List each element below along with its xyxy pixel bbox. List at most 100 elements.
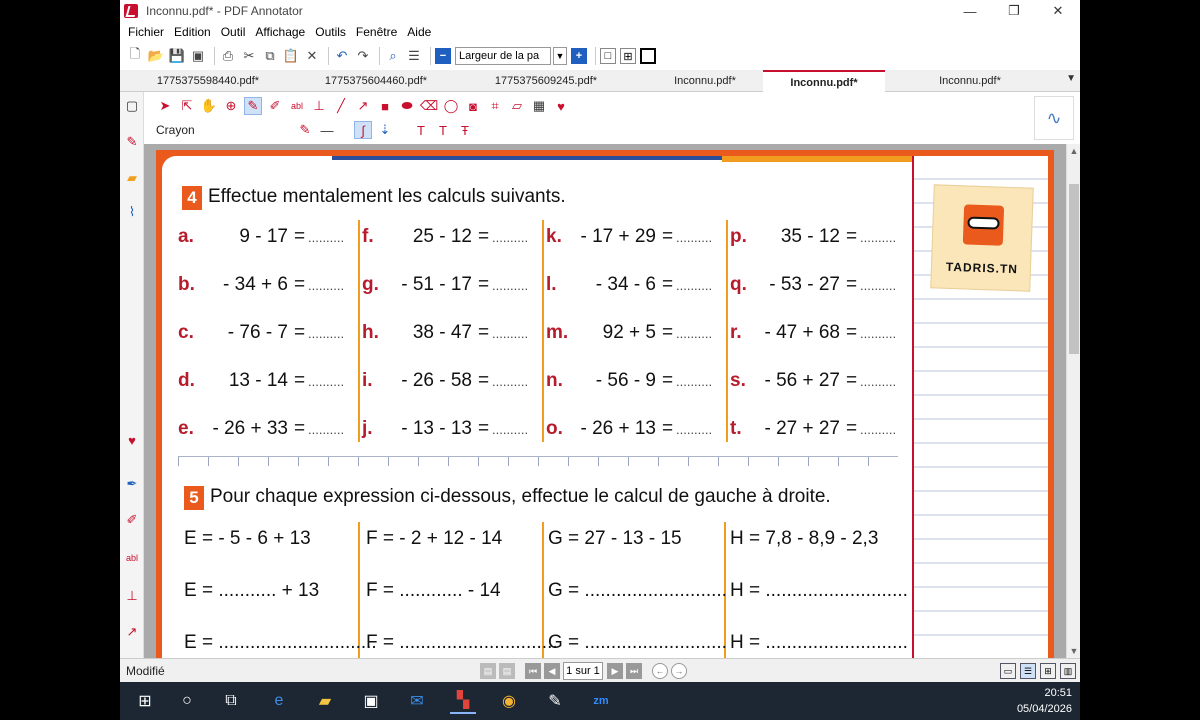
answer-blank[interactable]: .......... <box>860 326 896 341</box>
expression-step[interactable]: H = ........................... <box>730 580 908 602</box>
answer-blank[interactable]: .......... <box>308 278 344 293</box>
edge-browser-icon[interactable]: e <box>266 688 292 714</box>
favorites-heart-icon[interactable]: ♥ <box>124 432 140 448</box>
attachment-clip-icon[interactable]: ⌇ <box>124 204 140 220</box>
annotation-pen-icon[interactable]: ✎ <box>124 134 140 150</box>
answer-blank[interactable]: .......... <box>308 326 344 341</box>
menu-outils[interactable]: Outils <box>315 25 346 39</box>
chrome-icon[interactable]: ◉ <box>496 688 522 714</box>
full-screen-icon[interactable] <box>640 48 656 64</box>
search-icon[interactable]: ○ <box>174 688 200 714</box>
whiteboard-icon[interactable]: ✎ <box>542 688 568 714</box>
answer-blank[interactable]: .......... <box>492 326 528 341</box>
ruler-icon[interactable]: ▱ <box>508 97 526 115</box>
tab-1775375598440[interactable]: 1775375598440.pdf* <box>128 70 288 92</box>
hand-pan-icon[interactable]: ✋ <box>200 97 218 115</box>
answer-blank[interactable]: .......... <box>308 374 344 389</box>
menu-fenetre[interactable]: Fenêtre <box>356 25 397 39</box>
pen-tool-icon[interactable]: ✒ <box>124 476 140 492</box>
first-page-icon[interactable]: ⏮ <box>525 663 541 679</box>
single-page-view-icon[interactable]: ▭ <box>1000 663 1016 679</box>
windows-start-icon[interactable]: ⊞ <box>132 688 158 714</box>
stamp-icon[interactable]: ⊥ <box>124 588 140 604</box>
zoom-out-button[interactable]: − <box>435 48 451 64</box>
vertical-scrollbar[interactable]: ▲ ▼ <box>1066 144 1080 658</box>
pencil-tool-icon[interactable]: ✎ <box>244 97 262 115</box>
system-clock[interactable]: 20:51 05/04/2026 <box>1017 685 1072 717</box>
tab-inconnu-3[interactable]: Inconnu.pdf* <box>890 70 1050 92</box>
rectangle-tool-icon[interactable]: ■ <box>376 97 394 115</box>
new-document-icon[interactable]: 🗋 <box>126 46 144 65</box>
scroll-up-icon[interactable]: ▲ <box>1067 144 1080 158</box>
print-icon[interactable]: ⎙ <box>219 47 237 65</box>
expression-step[interactable]: H = ........................... <box>730 632 908 654</box>
arrow-line-icon[interactable]: ↗ <box>354 97 372 115</box>
answer-blank[interactable]: .......... <box>492 374 528 389</box>
two-page-view-icon[interactable]: ⊞ <box>1040 663 1056 679</box>
zoom-in-button[interactable]: + <box>571 48 587 64</box>
stamp-tool-icon[interactable]: ⊥ <box>310 97 328 115</box>
answer-blank[interactable]: .......... <box>308 230 344 245</box>
menu-affichage[interactable]: Affichage <box>255 25 305 39</box>
answer-blank[interactable]: .......... <box>676 230 712 245</box>
expression-step[interactable]: E = .............................. <box>184 632 377 654</box>
answer-blank[interactable]: .......... <box>676 326 712 341</box>
ellipse-tool-icon[interactable]: ⬬ <box>398 97 416 115</box>
next-page-icon[interactable]: ▶ <box>607 663 623 679</box>
fit-page-icon[interactable]: □ <box>600 48 616 64</box>
close-button[interactable]: ✕ <box>1036 0 1080 22</box>
text-underline-2-icon[interactable]: T <box>434 121 452 139</box>
history-back-icon[interactable]: ▤ <box>480 663 496 679</box>
redo-icon[interactable]: ↷ <box>354 47 372 65</box>
expression-step[interactable]: F = ............ - 14 <box>366 580 501 602</box>
pdf-annotator-taskbar-icon[interactable]: ▚ <box>450 688 476 714</box>
lasso-icon[interactable]: ◯ <box>442 97 460 115</box>
pressure-icon[interactable]: ⇣ <box>376 121 394 139</box>
last-page-icon[interactable]: ⏭ <box>626 663 642 679</box>
answer-blank[interactable]: .......... <box>308 422 344 437</box>
paste-icon[interactable]: 📋 <box>282 47 300 65</box>
previous-page-icon[interactable]: ◀ <box>544 663 560 679</box>
page-layout-icon[interactable]: ☰ <box>405 47 423 65</box>
line-width-icon[interactable]: — <box>318 121 336 139</box>
menu-outil[interactable]: Outil <box>221 25 246 39</box>
tab-inconnu-1[interactable]: Inconnu.pdf* <box>625 70 785 92</box>
save-icon[interactable]: 💾 <box>168 47 186 65</box>
answer-blank[interactable]: .......... <box>860 374 896 389</box>
camera-snapshot-icon[interactable]: ◙ <box>464 97 482 115</box>
chevron-down-icon[interactable]: ▼ <box>553 47 567 65</box>
scroll-down-icon[interactable]: ▼ <box>1067 644 1080 658</box>
continuous-view-icon[interactable]: ☰ <box>1020 663 1036 679</box>
cut-icon[interactable]: ✂ <box>240 47 258 65</box>
fit-width-icon[interactable]: ⊞ <box>620 48 636 64</box>
forward-icon[interactable]: → <box>671 663 687 679</box>
text-underline-icon[interactable]: T <box>412 121 430 139</box>
two-page-continuous-icon[interactable]: ▥ <box>1060 663 1076 679</box>
history-forward-icon[interactable]: ▤ <box>499 663 515 679</box>
text-select-icon[interactable]: ⇱ <box>178 97 196 115</box>
answer-blank[interactable]: .......... <box>492 422 528 437</box>
marker-icon[interactable]: ✐ <box>124 512 140 528</box>
tab-1775375604460[interactable]: 1775375604460.pdf* <box>296 70 456 92</box>
answer-blank[interactable]: .......... <box>676 374 712 389</box>
answer-blank[interactable]: .......... <box>860 422 896 437</box>
copy-icon[interactable]: ⧉ <box>261 47 279 65</box>
zoom-select[interactable]: Largeur de la pa <box>455 47 551 65</box>
page-thumbnail-icon[interactable]: ▢ <box>124 98 140 114</box>
expression-step[interactable]: G = ........................... <box>548 632 727 654</box>
page-indicator[interactable]: 1 sur 1 <box>563 662 603 680</box>
arrow-tool-icon[interactable]: ↗ <box>124 624 140 640</box>
open-folder-icon[interactable]: 📂 <box>147 47 165 65</box>
text-strikeout-icon[interactable]: Ŧ <box>456 121 474 139</box>
save-all-icon[interactable]: ▣ <box>189 47 207 65</box>
line-tool-icon[interactable]: ╱ <box>332 97 350 115</box>
scroll-thumb[interactable] <box>1069 184 1079 354</box>
answer-blank[interactable]: .......... <box>860 230 896 245</box>
document-view[interactable]: TADRIS.TN 4 Effectue mentalement les cal… <box>144 144 1066 658</box>
favorites-heart-icon[interactable]: ♥ <box>552 97 570 115</box>
find-binoculars-icon[interactable]: ⌕ <box>384 47 402 65</box>
back-icon[interactable]: ← <box>652 663 668 679</box>
mail-icon[interactable]: ✉ <box>404 688 430 714</box>
tab-list-dropdown-icon[interactable]: ▼ <box>1066 73 1076 84</box>
menu-edition[interactable]: Edition <box>174 25 211 39</box>
